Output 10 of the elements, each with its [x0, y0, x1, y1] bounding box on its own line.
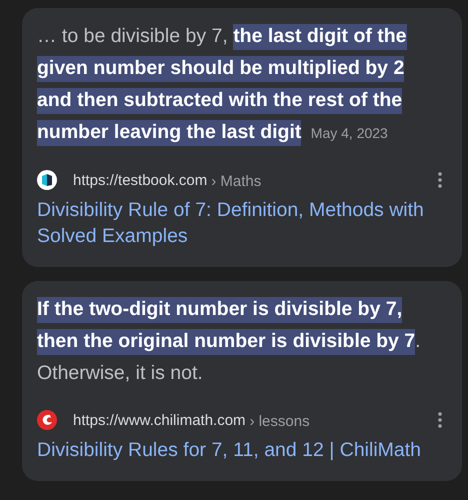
swirl-icon	[37, 410, 57, 430]
result-title-link[interactable]: Divisibility Rules for 7, 11, and 12 | ChiliMath	[37, 437, 448, 463]
breadcrumb: › Maths	[211, 173, 262, 190]
source-url[interactable]: https://www.chilimath.com	[73, 412, 246, 428]
more-icon[interactable]	[438, 412, 442, 428]
source-url[interactable]: https://testbook.com	[73, 172, 208, 188]
more-icon[interactable]	[438, 172, 442, 188]
book-icon	[37, 170, 57, 190]
result-title-link[interactable]: Divisibility Rule of 7: Definition, Methods with Solved Examples	[37, 197, 448, 249]
breadcrumb: › lessons	[250, 413, 310, 430]
